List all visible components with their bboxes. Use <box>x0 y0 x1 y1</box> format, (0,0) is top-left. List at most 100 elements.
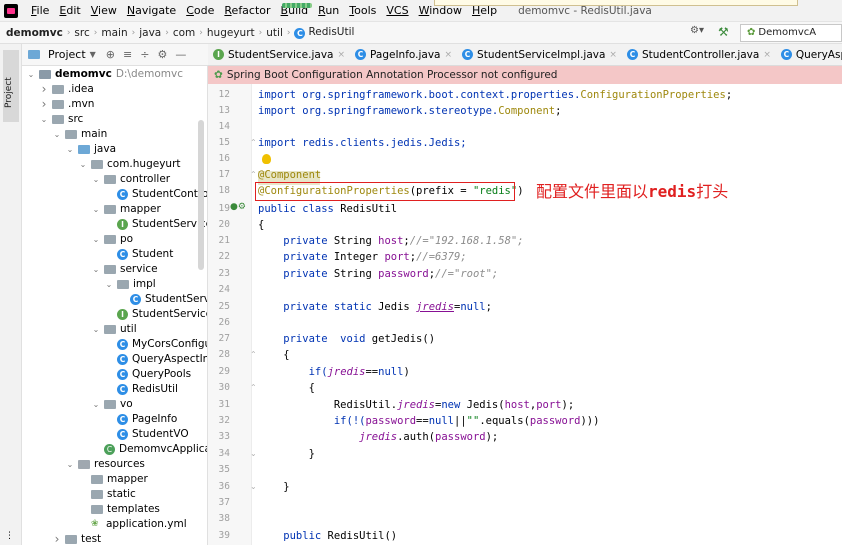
fold-marker-icon[interactable]: ⌃ <box>250 347 257 363</box>
breadcrumb-demomvc[interactable]: demomvc <box>6 27 63 39</box>
tree-item[interactable]: I StudentService <box>104 307 207 322</box>
tree-item[interactable]: C StudentServic <box>117 292 207 307</box>
project-view-selector[interactable]: Project <box>48 48 86 61</box>
project-scrollbar[interactable] <box>198 120 204 270</box>
tree-item[interactable]: C DemomvcApplicati <box>91 442 207 457</box>
menu-edit[interactable]: Edit <box>54 0 85 22</box>
fold-marker-icon[interactable]: ⌃ <box>250 135 257 151</box>
expand-all-icon[interactable]: ≡ <box>123 48 132 61</box>
tree-item[interactable]: static <box>78 487 136 502</box>
chevron-down-icon[interactable]: ⌄ <box>91 397 101 412</box>
tree-item[interactable]: › .mvn <box>39 97 95 112</box>
chevron-down-icon[interactable]: ⌄ <box>65 457 75 472</box>
chevron-down-icon[interactable]: ⌄ <box>104 277 114 292</box>
breadcrumb-util[interactable]: util <box>266 27 283 39</box>
editor-tab[interactable]: I StudentService.java × <box>208 44 350 65</box>
hide-panel-icon[interactable]: — <box>175 48 186 61</box>
tree-item[interactable]: ⌄ main <box>52 127 108 142</box>
tree-item[interactable]: C RedisUtil <box>104 382 178 397</box>
tree-item[interactable]: C QueryPools <box>104 367 191 382</box>
close-tab-icon[interactable]: × <box>337 44 345 65</box>
close-tab-icon[interactable]: × <box>444 44 452 65</box>
chevron-down-icon[interactable]: ⌄ <box>39 112 49 127</box>
chevron-down-icon[interactable]: ⌄ <box>91 202 101 217</box>
chevron-right-icon[interactable]: › <box>39 82 49 97</box>
breadcrumb-hugeyurt[interactable]: hugeyurt <box>207 27 255 39</box>
tree-item[interactable]: › test <box>52 532 102 545</box>
tree-item[interactable]: ⌄ controller <box>91 172 170 187</box>
tree-item[interactable]: ⌄ service <box>91 262 158 277</box>
tree-item[interactable]: I StudentServiceM <box>104 217 207 232</box>
menu-tools[interactable]: Tools <box>344 0 381 22</box>
tree-item[interactable]: ⌄ src <box>39 112 84 127</box>
menu-code[interactable]: Code <box>181 0 219 22</box>
tree-item[interactable]: ⌄ vo <box>91 397 133 412</box>
close-tab-icon[interactable]: × <box>763 44 771 65</box>
menu-navigate[interactable]: Navigate <box>122 0 181 22</box>
chevron-right-icon[interactable]: › <box>39 97 49 112</box>
tree-item[interactable]: ⌄ com.hugeyurt <box>78 157 181 172</box>
tree-item[interactable]: C StudentVO <box>104 427 189 442</box>
tree-item[interactable]: mapper <box>78 472 148 487</box>
annotation-processor-warning-banner[interactable]: ✿ Spring Boot Configuration Annotation Pr… <box>208 66 842 84</box>
tree-item[interactable]: ⌄ util <box>91 322 137 337</box>
fold-marker-icon[interactable]: ⌄ <box>250 479 257 495</box>
structure-tab[interactable]: ⋮ <box>5 531 14 541</box>
project-tool-window-tab[interactable]: Project <box>3 50 19 122</box>
tree-item[interactable]: ⌄ java <box>65 142 116 157</box>
menu-refactor[interactable]: Refactor <box>219 0 275 22</box>
breadcrumb-java[interactable]: java <box>139 27 161 39</box>
locate-file-icon[interactable]: ⊕ <box>106 48 115 61</box>
fold-marker-icon[interactable]: ⌃ <box>250 380 257 396</box>
fold-marker-icon[interactable]: ⌃ <box>250 167 257 183</box>
tree-item[interactable]: ❀ application.yml <box>78 517 187 532</box>
code-line-29: if(jredis==null) <box>258 366 410 378</box>
chevron-down-icon[interactable]: ▼ <box>90 50 96 59</box>
tree-item[interactable]: ⌄ demomvc D:\demomvc <box>26 67 183 82</box>
tree-item-label: com.hugeyurt <box>107 158 181 170</box>
intellij-logo-icon[interactable] <box>4 3 18 18</box>
tree-item[interactable]: C StudentControlle <box>104 187 207 202</box>
menu-view[interactable]: View <box>86 0 122 22</box>
menu-file[interactable]: File <box>26 0 54 22</box>
chevron-down-icon[interactable]: ⌄ <box>26 67 36 82</box>
chevron-down-icon[interactable]: ⌄ <box>91 232 101 247</box>
line-number: 28 <box>218 349 230 360</box>
chevron-down-icon[interactable]: ⌄ <box>91 322 101 337</box>
tree-item[interactable]: ⌄ mapper <box>91 202 161 217</box>
close-tab-icon[interactable]: × <box>609 44 617 65</box>
tree-item[interactable]: C QueryAspectInfo <box>104 352 207 367</box>
tree-item[interactable]: ⌄ impl <box>104 277 156 292</box>
tree-item[interactable]: ⌄ resources <box>65 457 145 472</box>
run-configuration-selector[interactable]: ✿ DemomvcA <box>740 24 842 42</box>
tree-item[interactable]: C PageInfo <box>104 412 177 427</box>
editor-tab[interactable]: C PageInfo.java × <box>350 44 457 65</box>
chevron-down-icon[interactable]: ⌄ <box>65 142 75 157</box>
breadcrumb-main[interactable]: main <box>101 27 127 39</box>
gear-icon[interactable]: ⚙ <box>157 48 167 61</box>
breadcrumb-src[interactable]: src <box>74 27 89 39</box>
chevron-down-icon[interactable]: ⌄ <box>52 127 62 142</box>
collapse-all-icon[interactable]: ÷ <box>140 48 149 61</box>
tree-item[interactable]: ⌄ po <box>91 232 133 247</box>
chevron-right-icon[interactable]: › <box>52 532 62 545</box>
chevron-down-icon[interactable]: ⌄ <box>78 157 88 172</box>
tree-item[interactable]: C MyCorsConfigura <box>104 337 207 352</box>
menu-run[interactable]: Run <box>313 0 344 22</box>
bean-gutter-icon[interactable]: ●⚙ <box>230 202 246 212</box>
intention-bulb-icon[interactable] <box>262 154 271 164</box>
breadcrumb-redisutil[interactable]: C RedisUtil <box>294 26 354 39</box>
editor-tab[interactable]: C StudentController.java × <box>622 44 776 65</box>
user-icon[interactable]: ⚙▾ <box>690 25 712 41</box>
editor-tab[interactable]: CQueryAspectInfo.java× <box>776 44 842 65</box>
tree-item[interactable]: C Student <box>104 247 173 262</box>
chevron-down-icon[interactable]: ⌄ <box>91 262 101 277</box>
menu-vcs[interactable]: VCS <box>381 0 413 22</box>
breadcrumb-com[interactable]: com <box>173 27 195 39</box>
chevron-down-icon[interactable]: ⌄ <box>91 172 101 187</box>
build-hammer-icon[interactable]: ⚒ <box>718 25 734 41</box>
tree-item[interactable]: › .idea <box>39 82 94 97</box>
editor-tab[interactable]: C StudentServiceImpl.java × <box>457 44 622 65</box>
tree-item[interactable]: templates <box>78 502 160 517</box>
fold-marker-icon[interactable]: ⌄ <box>250 446 257 462</box>
